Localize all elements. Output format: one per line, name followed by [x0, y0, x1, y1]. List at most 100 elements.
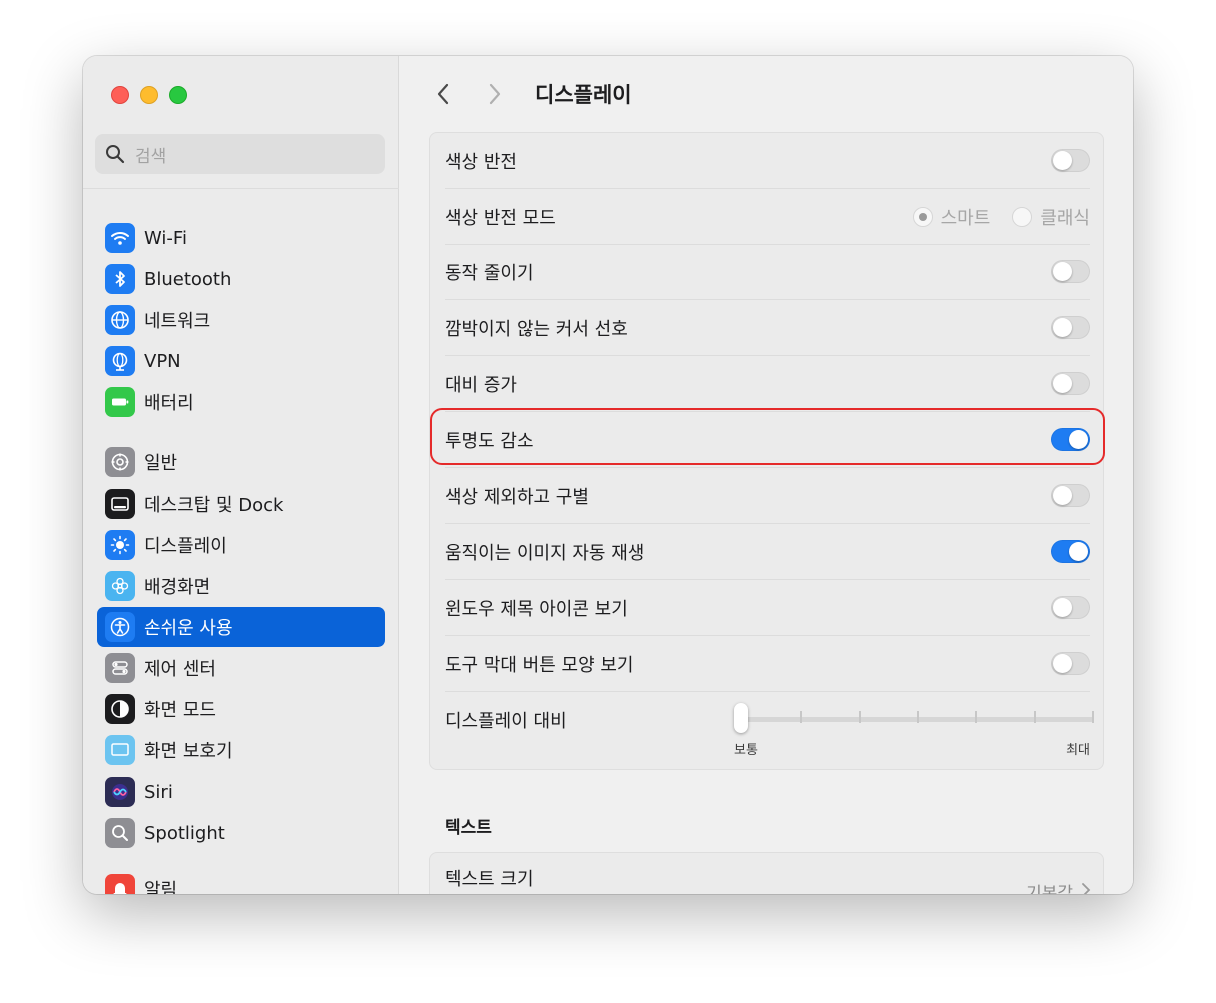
toggle-switch[interactable]	[1051, 484, 1090, 507]
globe-icon	[105, 305, 135, 335]
control-center-icon	[105, 653, 135, 683]
toggle-switch[interactable]	[1051, 149, 1090, 172]
radio-group: 스마트 클래식	[912, 204, 1090, 230]
slider-min-label: 보통	[734, 743, 758, 758]
sidebar-item-label: 화면 모드	[144, 700, 216, 721]
radio-label: 클래식	[1040, 207, 1090, 229]
search-field[interactable]: 검색	[95, 134, 385, 174]
sidebar-item-0[interactable]: Wi-Fi	[97, 218, 385, 258]
sidebar-item-label: 제어 센터	[144, 659, 216, 680]
sidebar-item-label: 네트워크	[144, 311, 211, 332]
setting-label: 색상 반전 모드	[445, 207, 556, 229]
sidebar-item-14[interactable]: Spotlight	[97, 813, 385, 853]
sidebar-item-label: 배경화면	[144, 577, 211, 598]
text-size-row[interactable]: 텍스트 크기 기본값	[429, 852, 1104, 894]
slider-knob[interactable]	[734, 703, 748, 733]
sidebar-item-15[interactable]: 알림	[97, 869, 385, 894]
toggle-switch[interactable]	[1051, 652, 1090, 675]
sidebar-item-10[interactable]: 제어 센터	[97, 648, 385, 688]
toolbar: 디스플레이	[429, 78, 632, 110]
toggle-knob	[1069, 542, 1088, 561]
toggle-knob	[1053, 262, 1072, 281]
chevron-right-icon	[1082, 883, 1091, 894]
toggle-knob	[1053, 318, 1072, 337]
zoom-button[interactable]	[169, 86, 187, 104]
setting-row-6: 색상 제외하고 구별	[445, 468, 1090, 524]
slider-tick	[975, 711, 977, 723]
sidebar-item-1[interactable]: Bluetooth	[97, 259, 385, 299]
toggle-switch[interactable]	[1051, 316, 1090, 339]
search-icon	[106, 145, 125, 164]
sidebar: 검색 Wi-Fi Bluetooth 네트워크 VPN 배터리일반데스크탑 및 Dock…	[83, 56, 399, 894]
main-pane: 디스플레이 도구 막대 버튼 모양 보기 윈도우 제목 아이콘 보기 움직이는 이미…	[399, 56, 1133, 894]
sidebar-item-2[interactable]: 네트워크	[97, 300, 385, 340]
setting-row-1: 색상 반전 모드 스마트 클래식	[445, 189, 1090, 245]
display-contrast-label: 디스플레이 대비	[445, 711, 567, 732]
setting-label: 움직이는 이미지 자동 재생	[445, 542, 645, 564]
minimize-button[interactable]	[140, 86, 158, 104]
sidebar-item-label: 화면 보호기	[144, 741, 233, 762]
setting-label: 색상 반전	[445, 151, 517, 173]
sidebar-item-3[interactable]: VPN	[97, 341, 385, 381]
toggle-switch[interactable]	[1051, 596, 1090, 619]
sun-icon	[105, 530, 135, 560]
sidebar-item-9[interactable]: 손쉬운 사용	[97, 607, 385, 647]
sidebar-item-13[interactable]: Siri	[97, 772, 385, 812]
radio-button[interactable]	[912, 206, 933, 227]
slider-tick	[859, 711, 861, 723]
back-button[interactable]	[429, 78, 457, 110]
radio-button[interactable]	[1012, 206, 1033, 227]
forward-button[interactable]	[481, 78, 509, 110]
battery-icon	[105, 387, 135, 417]
text-section-title: 텍스트	[445, 818, 492, 838]
vpn-globe-icon	[105, 346, 135, 376]
text-size-label: 텍스트 크기	[445, 869, 534, 890]
highlight-box	[430, 408, 1105, 465]
slider-tick	[917, 711, 919, 723]
sidebar-item-6[interactable]: 데스크탑 및 Dock	[97, 484, 385, 524]
radio-dot	[918, 212, 927, 221]
sidebar-item-12[interactable]: 화면 보호기	[97, 730, 385, 770]
text-size-value: 기본값	[1026, 884, 1073, 894]
sidebar-item-label: 일반	[144, 453, 178, 474]
slider-tick	[1092, 711, 1094, 723]
sidebar-divider	[83, 188, 399, 189]
sidebar-item-5[interactable]: 일반	[97, 442, 385, 482]
toggle-switch[interactable]	[1051, 372, 1090, 395]
setting-label: 색상 제외하고 구별	[445, 486, 589, 508]
sidebar-item-label: Wi-Fi	[144, 227, 187, 249]
setting-row-7: 움직이는 이미지 자동 재생	[445, 524, 1090, 580]
setting-row-8: 윈도우 제목 아이콘 보기	[445, 580, 1090, 636]
flower-icon	[105, 571, 135, 601]
slider-tick	[800, 711, 802, 723]
setting-label: 도구 막대 버튼 모양 보기	[445, 654, 634, 676]
sidebar-item-7[interactable]: 디스플레이	[97, 525, 385, 565]
close-button[interactable]	[111, 86, 129, 104]
sidebar-item-label: 디스플레이	[144, 536, 227, 557]
toggle-knob	[1053, 374, 1072, 393]
setting-row-9: 도구 막대 버튼 모양 보기	[445, 636, 1090, 692]
sidebar-item-label: 알림	[144, 880, 178, 894]
sidebar-item-4[interactable]: 배터리	[97, 382, 385, 422]
setting-label: 대비 증가	[445, 374, 517, 396]
sidebar-item-11[interactable]: 화면 모드	[97, 689, 385, 729]
window-controls	[111, 86, 187, 104]
sidebar-item-label: 데스크탑 및 Dock	[144, 495, 284, 516]
accessibility-display-group: 도구 막대 버튼 모양 보기 윈도우 제목 아이콘 보기 움직이는 이미지 자동 재…	[429, 132, 1105, 770]
slider-tick	[1034, 711, 1036, 723]
sidebar-item-label: Siri	[144, 781, 173, 803]
toggle-switch[interactable]	[1051, 540, 1090, 563]
radio-label: 스마트	[940, 207, 991, 229]
slider-max-label: 최대	[1066, 743, 1090, 758]
sidebar-item-8[interactable]: 배경화면	[97, 566, 385, 606]
radio-option[interactable]: 스마트	[912, 204, 991, 230]
toggle-knob	[1053, 486, 1072, 505]
page-title: 디스플레이	[535, 83, 632, 107]
bluetooth-icon	[105, 264, 135, 294]
radio-option[interactable]: 클래식	[1012, 204, 1090, 230]
bell-icon	[105, 874, 135, 894]
setting-label: 윈도우 제목 아이콘 보기	[445, 598, 628, 620]
wifi-icon	[105, 223, 135, 253]
dock-icon	[105, 489, 135, 519]
toggle-switch[interactable]	[1051, 260, 1090, 283]
